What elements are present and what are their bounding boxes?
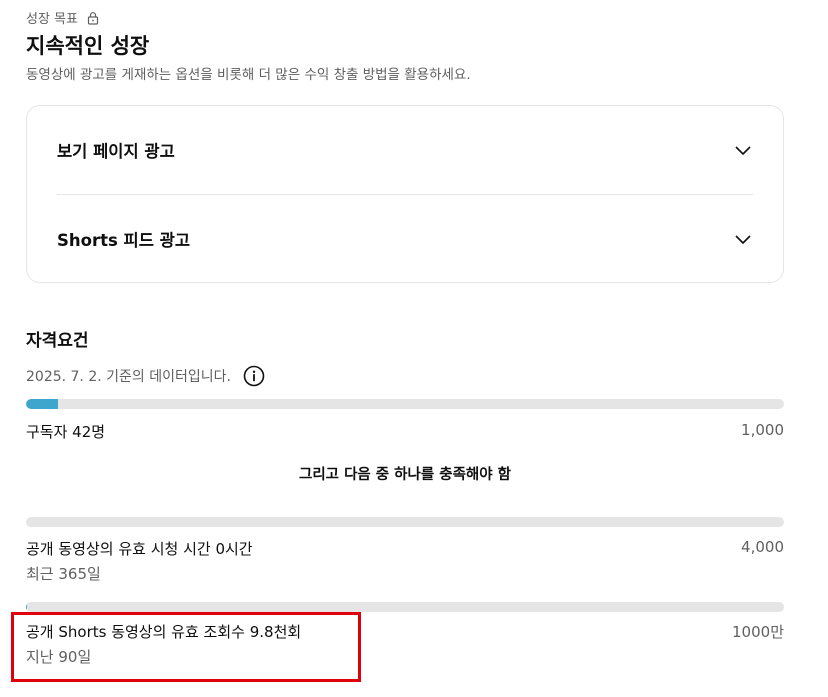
shorts-views-target: 1000만 (732, 623, 784, 641)
shorts-views-progress-fill (26, 602, 27, 612)
ad-options-card: 보기 페이지 광고 Shorts 피드 광고 (26, 105, 784, 283)
page-title: 지속적인 성장 (26, 34, 150, 58)
shorts-views-progress-bar (26, 602, 784, 612)
eyebrow-label: 성장 목표 (26, 12, 78, 27)
lock-icon (87, 11, 99, 25)
subscribers-label: 구독자 42명 (26, 423, 106, 441)
watch-hours-label: 공개 동영상의 유효 시청 시간 0시간 (26, 540, 253, 558)
monetization-growth-page: 성장 목표 지속적인 성장 동영상에 광고를 게재하는 옵션을 비롯해 더 많은… (0, 0, 828, 697)
data-date-note: 2025. 7. 2. 기준의 데이터입니다. (26, 365, 265, 387)
subscribers-target: 1,000 (741, 421, 784, 439)
watch-hours-progress-bar (26, 517, 784, 527)
shorts-feed-ads-row[interactable]: Shorts 피드 광고 (57, 195, 753, 283)
watch-hours-target: 4,000 (741, 538, 784, 556)
chevron-down-icon[interactable] (733, 229, 753, 249)
highlight-annotation-box (11, 612, 361, 682)
subscribers-row: 구독자 42명 1,000 (26, 421, 784, 442)
subscribers-progress-fill (26, 399, 58, 409)
eyebrow: 성장 목표 (26, 8, 100, 27)
eligibility-title: 자격요건 (26, 331, 89, 351)
chevron-down-icon[interactable] (733, 140, 753, 160)
data-date-text: 2025. 7. 2. 기준의 데이터입니다. (26, 369, 231, 385)
subscribers-progress-bar (26, 399, 784, 409)
watch-hours-row: 공개 동영상의 유효 시청 시간 0시간 최근 365일 4,000 (26, 538, 784, 584)
and-condition-text: 그리고 다음 중 하나를 충족해야 함 (299, 467, 511, 483)
page-subtitle: 동영상에 광고를 게재하는 옵션을 비롯해 더 많은 수익 창출 방법을 활용하… (26, 67, 471, 83)
watch-hours-period: 최근 365일 (26, 565, 101, 583)
shorts-feed-ads-label: Shorts 피드 광고 (57, 231, 191, 250)
info-icon[interactable] (243, 365, 265, 387)
watch-page-ads-row[interactable]: 보기 페이지 광고 (57, 106, 753, 194)
watch-page-ads-label: 보기 페이지 광고 (57, 142, 175, 161)
